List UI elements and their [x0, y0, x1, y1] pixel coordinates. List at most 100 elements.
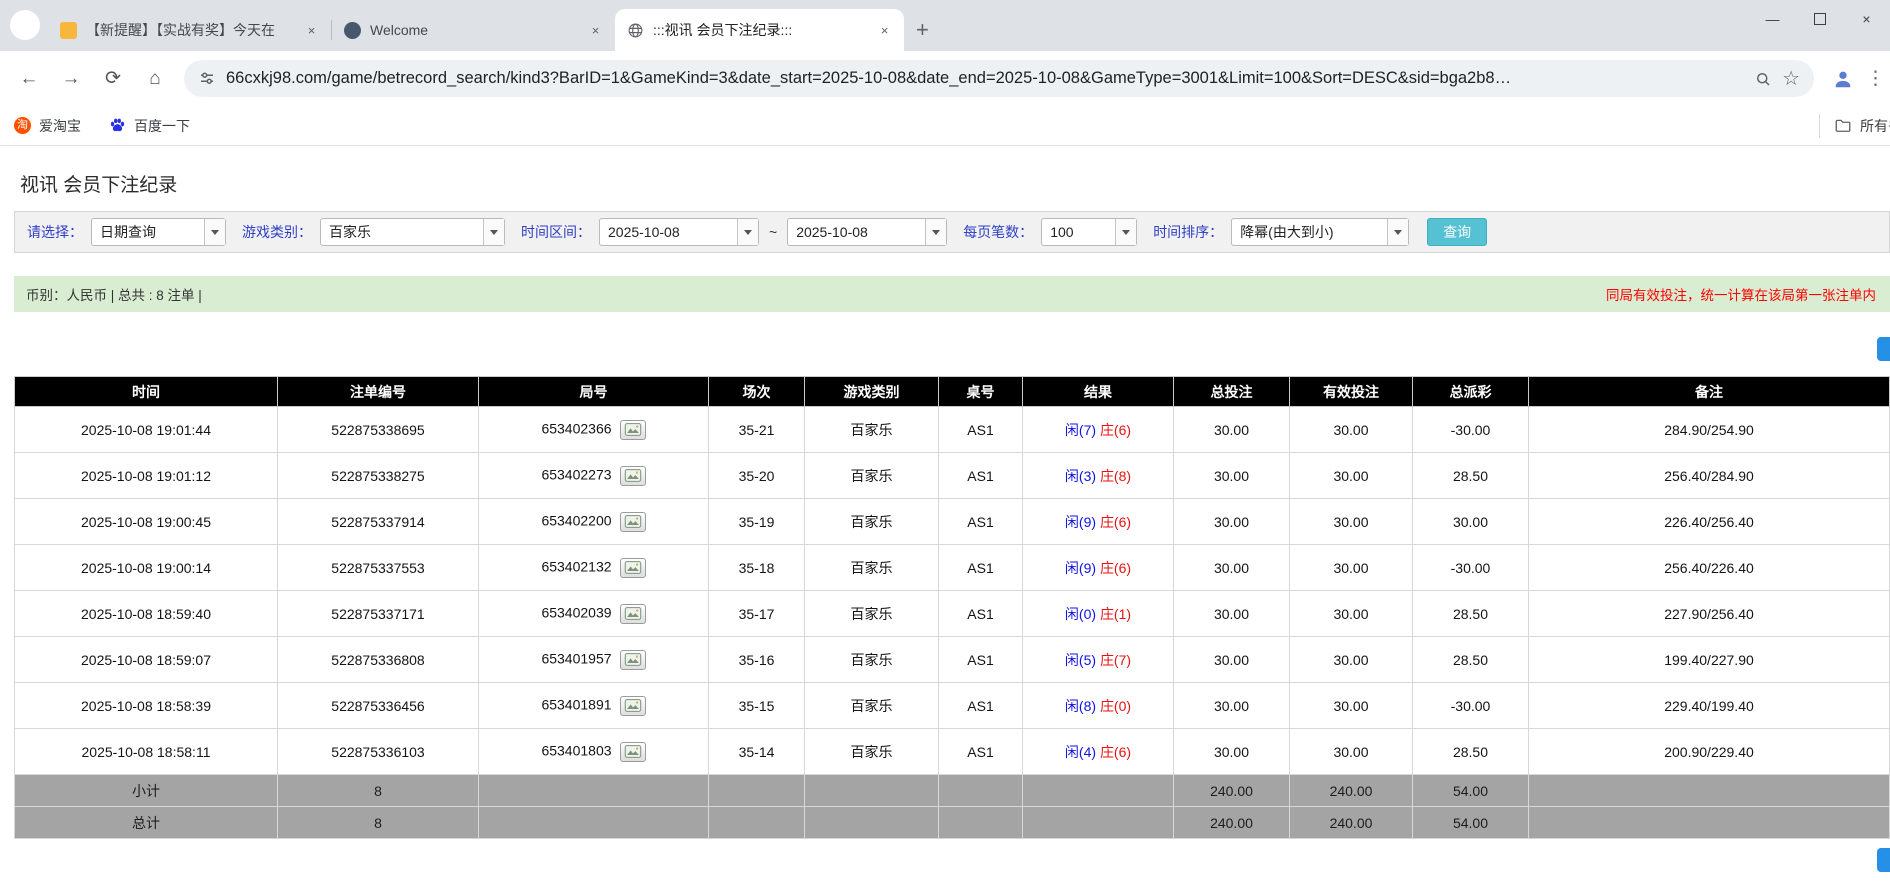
- all-bookmarks-label: 所有书签: [1860, 116, 1890, 136]
- date-end-input[interactable]: 2025-10-08: [787, 218, 947, 246]
- cell-session: 35-15: [709, 683, 805, 729]
- result-banker: 庄(6): [1100, 744, 1131, 760]
- footer-cell: [479, 775, 709, 807]
- all-bookmarks[interactable]: 所有书签: [1819, 114, 1890, 138]
- footer-cell: 小计: [15, 775, 278, 807]
- cell-total-bet[interactable]: 30.00: [1174, 499, 1290, 545]
- total-row: 总计8240.00240.0054.00: [15, 807, 1890, 839]
- cell-valid-bet: 30.00: [1290, 453, 1413, 499]
- query-type-select[interactable]: 日期查询: [91, 218, 226, 246]
- round-preview-icon[interactable]: [620, 466, 646, 486]
- cell-time: 2025-10-08 18:59:07: [15, 637, 278, 683]
- cell-valid-bet: 30.00: [1290, 407, 1413, 453]
- table-row: 2025-10-08 18:59:07522875336808653401957…: [15, 637, 1890, 683]
- cell-time: 2025-10-08 19:01:12: [15, 453, 278, 499]
- profile-icon[interactable]: [1824, 60, 1862, 98]
- footer-cell: [939, 807, 1023, 839]
- tab-search-button[interactable]: [10, 10, 40, 40]
- new-tab-button[interactable]: +: [916, 19, 929, 41]
- cell-total-bet[interactable]: 30.00: [1174, 729, 1290, 775]
- search-button[interactable]: 查询: [1427, 218, 1487, 246]
- tab-betrecord[interactable]: :::视讯 会员下注纪录::: ×: [615, 9, 904, 51]
- table-row: 2025-10-08 18:58:11522875336103653401803…: [15, 729, 1890, 775]
- round-preview-icon[interactable]: [620, 604, 646, 624]
- cell-total-bet[interactable]: 30.00: [1174, 407, 1290, 453]
- minimize-button[interactable]: —: [1749, 0, 1796, 38]
- footer-cell: [1529, 775, 1890, 807]
- cell-remark: 256.40/284.90: [1529, 453, 1890, 499]
- tab-close-icon[interactable]: ×: [586, 21, 605, 40]
- round-preview-icon[interactable]: [620, 696, 646, 716]
- cell-total-bet[interactable]: 30.00: [1174, 591, 1290, 637]
- floating-scroll-button-bottom[interactable]: [1877, 848, 1890, 872]
- tab-close-icon[interactable]: ×: [875, 21, 894, 40]
- reload-button[interactable]: ⟳: [94, 60, 132, 98]
- cell-bet-id: 522875336808: [278, 637, 479, 683]
- round-preview-icon[interactable]: [620, 742, 646, 762]
- round-preview-icon[interactable]: [620, 558, 646, 578]
- bookmark-taobao[interactable]: 淘 爱淘宝: [14, 116, 81, 136]
- close-button[interactable]: ×: [1843, 0, 1890, 38]
- footer-cell: [1023, 775, 1174, 807]
- floating-scroll-button-top[interactable]: [1877, 337, 1890, 361]
- round-id-text: 653401891: [541, 696, 611, 712]
- footer-cell: 54.00: [1413, 807, 1529, 839]
- cell-game-type: 百家乐: [805, 637, 939, 683]
- date-start-input[interactable]: 2025-10-08: [599, 218, 759, 246]
- site-settings-icon[interactable]: [198, 70, 216, 88]
- round-preview-icon[interactable]: [620, 512, 646, 532]
- sort-select[interactable]: 降幂(由大到小): [1231, 218, 1409, 246]
- cell-remark: 256.40/226.40: [1529, 545, 1890, 591]
- cell-remark: 226.40/256.40: [1529, 499, 1890, 545]
- chevron-down-icon[interactable]: [204, 219, 225, 245]
- cell-result: 闲(7) 庄(6): [1023, 407, 1174, 453]
- round-id-text: 653402273: [541, 466, 611, 482]
- menu-button[interactable]: ⋮: [1866, 67, 1880, 90]
- forward-button[interactable]: →: [52, 60, 90, 98]
- result-banker: 庄(6): [1100, 560, 1131, 576]
- cell-payout: 28.50: [1413, 637, 1529, 683]
- back-button[interactable]: ←: [10, 60, 48, 98]
- maximize-button[interactable]: [1796, 0, 1843, 38]
- page-size-label: 每页笔数：: [963, 222, 1033, 242]
- round-preview-icon[interactable]: [620, 420, 646, 440]
- footer-cell: [709, 807, 805, 839]
- lens-search-icon[interactable]: [1754, 70, 1772, 88]
- subtotal-row: 小计8240.00240.0054.00: [15, 775, 1890, 807]
- cell-result: 闲(0) 庄(1): [1023, 591, 1174, 637]
- chevron-down-icon[interactable]: [1115, 219, 1136, 245]
- cell-table-number: AS1: [939, 545, 1023, 591]
- cell-table-number: AS1: [939, 683, 1023, 729]
- result-banker: 庄(7): [1100, 652, 1131, 668]
- footer-cell: 54.00: [1413, 775, 1529, 807]
- round-preview-icon[interactable]: [620, 650, 646, 670]
- sort-label: 时间排序：: [1153, 222, 1223, 242]
- tab-close-icon[interactable]: ×: [302, 21, 321, 40]
- address-bar[interactable]: 66cxkj98.com/game/betrecord_search/kind3…: [184, 60, 1814, 97]
- chevron-down-icon[interactable]: [925, 219, 946, 245]
- game-type-select[interactable]: 百家乐: [320, 218, 505, 246]
- tab-welcome[interactable]: Welcome ×: [332, 9, 615, 51]
- footer-cell: [939, 775, 1023, 807]
- cell-time: 2025-10-08 18:59:40: [15, 591, 278, 637]
- result-banker: 庄(8): [1100, 468, 1131, 484]
- page-size-select[interactable]: 100: [1041, 218, 1137, 246]
- round-id-text: 653402366: [541, 420, 611, 436]
- result-banker: 庄(0): [1100, 698, 1131, 714]
- bookmark-star-icon[interactable]: ☆: [1782, 66, 1800, 91]
- bookmark-baidu[interactable]: 百度一下: [109, 116, 190, 136]
- cell-table-number: AS1: [939, 591, 1023, 637]
- home-button[interactable]: ⌂: [136, 60, 174, 98]
- tab-forum[interactable]: 【新提醒】【实战有奖】今天在 ×: [48, 9, 331, 51]
- chevron-down-icon[interactable]: [1387, 219, 1408, 245]
- chevron-down-icon[interactable]: [737, 219, 758, 245]
- cell-game-type: 百家乐: [805, 499, 939, 545]
- cell-total-bet[interactable]: 30.00: [1174, 637, 1290, 683]
- cell-total-bet[interactable]: 30.00: [1174, 683, 1290, 729]
- url-text[interactable]: 66cxkj98.com/game/betrecord_search/kind3…: [226, 69, 1744, 88]
- summary-text: 币别：人民币 | 总共 : 8 注单 |: [26, 284, 202, 304]
- chevron-down-icon[interactable]: [483, 219, 504, 245]
- cell-total-bet[interactable]: 30.00: [1174, 453, 1290, 499]
- cell-payout: 28.50: [1413, 453, 1529, 499]
- cell-total-bet[interactable]: 30.00: [1174, 545, 1290, 591]
